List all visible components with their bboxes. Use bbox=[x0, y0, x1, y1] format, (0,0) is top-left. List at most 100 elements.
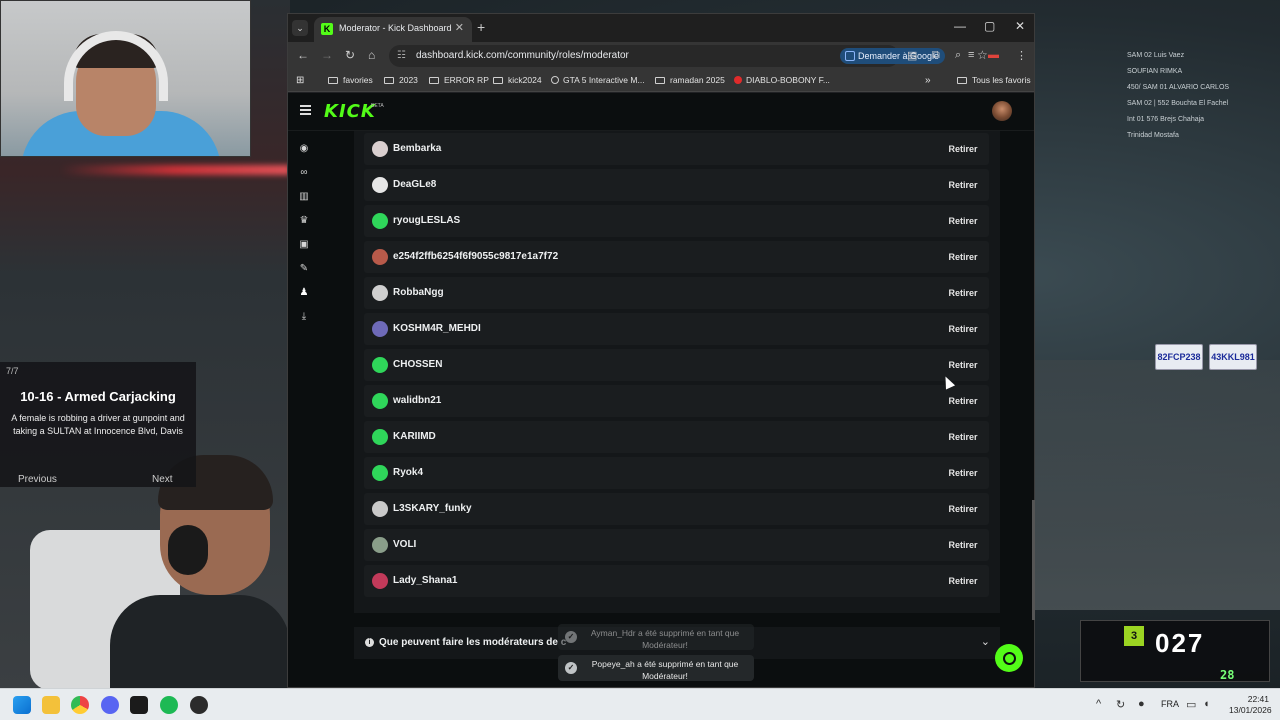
lens-icon bbox=[845, 51, 855, 61]
bookmark-gta5[interactable]: GTA 5 Interactive M... bbox=[551, 75, 645, 85]
folder-icon bbox=[384, 77, 394, 84]
remove-moderator-button[interactable]: Retirer bbox=[943, 497, 983, 521]
trophy-icon[interactable]: ♛ bbox=[298, 215, 310, 227]
clock-time: 22:41 bbox=[1247, 694, 1269, 704]
more-bookmarks-icon[interactable]: » bbox=[925, 75, 931, 86]
hud-unit: SOUFIAN RIMKA bbox=[1127, 68, 1183, 75]
media-icon[interactable]: ≡ bbox=[968, 49, 974, 61]
bookmark-favories[interactable]: favories bbox=[328, 75, 373, 85]
car-light-streak bbox=[60, 165, 290, 175]
remove-moderator-button[interactable]: Retirer bbox=[943, 245, 983, 269]
remove-moderator-button[interactable]: Retirer bbox=[943, 461, 983, 485]
moderator-name: ryougLESLAS bbox=[393, 215, 461, 226]
kick-logo[interactable]: KICK bbox=[324, 101, 376, 122]
bookmark-all-favorites[interactable]: Tous les favoris bbox=[957, 75, 1031, 85]
community-icon[interactable]: ♟ bbox=[298, 287, 310, 299]
back-icon[interactable]: ← bbox=[297, 48, 309, 62]
address-bar[interactable]: ☷ dashboard.kick.com/community/roles/mod… bbox=[389, 45, 988, 67]
file-explorer-icon[interactable] bbox=[42, 696, 60, 714]
zoom-icon[interactable]: ⌕ bbox=[955, 49, 961, 62]
moderator-avatar bbox=[372, 465, 388, 481]
site-info-icon[interactable]: ☷ bbox=[397, 50, 406, 61]
stream-icon[interactable]: ◉ bbox=[298, 143, 310, 155]
extension-icon[interactable]: ▤ bbox=[907, 49, 917, 62]
bookmark-ramadan[interactable]: ramadan 2025 bbox=[655, 75, 725, 85]
bookmark-label: DIABLO-BOBONY F... bbox=[746, 75, 830, 85]
alert-next-label: Next bbox=[152, 474, 173, 485]
chrome-icon[interactable] bbox=[71, 696, 89, 714]
spotify-icon[interactable] bbox=[160, 696, 178, 714]
folder-icon bbox=[957, 77, 967, 84]
menu-icon[interactable] bbox=[300, 105, 311, 115]
moderator-name: L3SKARY_funky bbox=[393, 503, 472, 514]
chevron-down-icon[interactable]: ⌄ bbox=[981, 635, 990, 648]
bookmark-2023[interactable]: 2023 bbox=[384, 75, 418, 85]
headset-icon bbox=[168, 525, 208, 575]
microphone-icon[interactable]: ● bbox=[1138, 698, 1145, 710]
remove-moderator-button[interactable]: Retirer bbox=[943, 281, 983, 305]
bookmark-label: kick2024 bbox=[508, 75, 542, 85]
bookmark-label: 2023 bbox=[399, 75, 418, 85]
remove-moderator-button[interactable]: Retirer bbox=[943, 533, 983, 557]
ask-google-button[interactable]: Demander à Google bbox=[840, 48, 946, 64]
minimize-icon[interactable]: — bbox=[954, 19, 966, 33]
hud-unit-list: SAM 02 Luis Vaez SOUFIAN RIMKA 450/ SAM … bbox=[1127, 48, 1229, 144]
bookmark-kick2024[interactable]: kick2024 bbox=[493, 75, 542, 85]
reload-icon[interactable]: ↻ bbox=[345, 48, 355, 62]
moderator-avatar bbox=[372, 393, 388, 409]
page-scrollbar[interactable] bbox=[1032, 500, 1035, 620]
url-text: dashboard.kick.com/community/roles/moder… bbox=[416, 50, 629, 61]
forward-icon[interactable]: → bbox=[321, 48, 333, 62]
home-icon[interactable]: ⌂ bbox=[368, 48, 375, 62]
bookmark-diablo[interactable]: DIABLO-BOBONY F... bbox=[734, 75, 830, 85]
moderator-name: Ryok4 bbox=[393, 467, 424, 478]
apps-grid-icon[interactable]: ⊞ bbox=[296, 75, 304, 86]
moderator-avatar bbox=[372, 501, 388, 517]
network-icon[interactable]: ▭ bbox=[1186, 698, 1196, 711]
remove-moderator-button[interactable]: Retirer bbox=[943, 389, 983, 413]
remove-moderator-button[interactable]: Retirer bbox=[943, 569, 983, 593]
upload-icon[interactable]: ⤓ bbox=[298, 311, 310, 323]
remove-moderator-button[interactable]: Retirer bbox=[943, 425, 983, 449]
sync-icon[interactable]: ↻ bbox=[1116, 698, 1125, 711]
new-tab-icon[interactable]: + bbox=[477, 19, 485, 35]
support-chat-icon[interactable] bbox=[995, 644, 1023, 672]
toast-text: Ayman_Hdr a été supprimé en tant que Mod… bbox=[590, 628, 740, 650]
windows-start-icon[interactable] bbox=[13, 696, 31, 714]
alert-counter: 7/7 bbox=[6, 366, 19, 376]
user-avatar[interactable] bbox=[992, 101, 1012, 121]
obs-icon[interactable] bbox=[190, 696, 208, 714]
tab-kick-dashboard[interactable]: K Moderator - Kick Dashboard ✕ bbox=[314, 17, 472, 42]
bookmark-error-rp[interactable]: ERROR RP bbox=[429, 75, 489, 85]
wrench-icon[interactable]: ✎ bbox=[298, 263, 310, 275]
puzzle-icon[interactable]: ⧉ bbox=[932, 49, 940, 62]
remove-moderator-button[interactable]: Retirer bbox=[943, 209, 983, 233]
moderator-name: KOSHM4R_MEHDI bbox=[393, 323, 481, 334]
capcut-icon[interactable] bbox=[130, 696, 148, 714]
analytics-icon[interactable]: ▥ bbox=[298, 191, 310, 203]
tab-search-icon[interactable]: ⌄ bbox=[292, 20, 308, 36]
toast-notification: ✓ Ayman_Hdr a été supprimé en tant que M… bbox=[558, 624, 754, 650]
windows-taskbar: ^ ↻ ● FRA ▭ ◖ 22:41 13/01/2026 bbox=[0, 688, 1280, 720]
remove-moderator-button[interactable]: Retirer bbox=[943, 353, 983, 377]
profile-extension-icon[interactable]: ▬ bbox=[988, 49, 999, 61]
tray-expand-icon[interactable]: ^ bbox=[1096, 698, 1101, 710]
system-clock[interactable]: 22:41 13/01/2026 bbox=[1229, 694, 1272, 716]
language-indicator[interactable]: FRA bbox=[1161, 699, 1179, 709]
remove-moderator-button[interactable]: Retirer bbox=[943, 317, 983, 341]
link-icon[interactable]: ∞ bbox=[298, 167, 310, 179]
check-icon: ✓ bbox=[565, 631, 577, 643]
bookmark-label: Tous les favoris bbox=[972, 75, 1031, 85]
remove-moderator-button[interactable]: Retirer bbox=[943, 173, 983, 197]
volume-icon[interactable]: ◖ bbox=[1203, 698, 1210, 710]
discord-icon[interactable] bbox=[101, 696, 119, 714]
close-tab-icon[interactable]: ✕ bbox=[455, 21, 464, 34]
video-icon[interactable]: ▣ bbox=[298, 239, 310, 251]
hud-unit: Int 01 576 Brejs Chahaja bbox=[1127, 116, 1205, 123]
bookmark-star-icon[interactable]: ☆ bbox=[977, 48, 988, 62]
close-window-icon[interactable]: ✕ bbox=[1015, 19, 1025, 33]
maximize-icon[interactable]: ▢ bbox=[984, 19, 995, 33]
remove-moderator-button[interactable]: Retirer bbox=[943, 137, 983, 161]
bookmark-label: ERROR RP bbox=[444, 75, 489, 85]
more-menu-icon[interactable]: ⋮ bbox=[1016, 49, 1027, 62]
